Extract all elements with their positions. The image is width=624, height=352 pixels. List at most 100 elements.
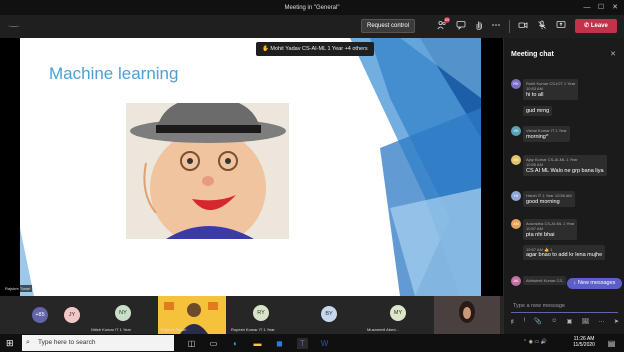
mic-off-icon[interactable] (536, 20, 548, 32)
raise-hand-icon[interactable] (473, 20, 485, 32)
format-icon[interactable]: Ꞙ (511, 318, 514, 326)
chat-icon[interactable] (455, 20, 467, 32)
maximize-button[interactable]: ☐ (594, 0, 608, 15)
presentation-slide: Machine learning (20, 38, 481, 296)
camera-off-icon[interactable] (517, 20, 529, 32)
message-text: pta nhi bhai (526, 232, 555, 238)
meeting-toolbar: ·—· Request control 85 ✆ Leave (0, 15, 624, 38)
message-bubble-extra: gud mrng (523, 106, 553, 116)
file-explorer-icon[interactable]: ▭ (208, 338, 219, 349)
minimize-button[interactable]: — (580, 0, 594, 15)
self-video-feed (434, 296, 500, 334)
participant-overflow-tile[interactable]: +85 (26, 296, 56, 334)
windows-taskbar: ⊞ ⌕ Type here to search ◫ ▭ ◐ ▬ ◼ T W ⌃ … (0, 334, 624, 352)
store-icon[interactable]: ◼ (274, 338, 285, 349)
taskbar-clock[interactable]: 11:26 AM 11/5/2020 (567, 336, 601, 348)
participant-name: Rupesh Kumar IT 1 Year (231, 327, 275, 332)
avatar: AK (511, 276, 521, 286)
leave-button[interactable]: ✆ Leave (575, 19, 617, 33)
avatar: JY (64, 307, 80, 323)
avatar: AN (511, 219, 521, 229)
participant-tile[interactable]: BY (296, 296, 364, 334)
timestamp: 10:53 AM (526, 86, 543, 91)
sender: Vishal Kumar IT 1 Year (526, 128, 567, 133)
message-bubble: Abhishek Kumar CS- (523, 276, 567, 285)
message-bubble: Harsh IT 1 Year 10:56 AM good morning (523, 191, 575, 207)
new-messages-button[interactable]: ↓ New messages (567, 278, 622, 289)
new-messages-label: New messages (577, 280, 616, 286)
timestamp: 10:55 AM (526, 162, 543, 167)
message-bubble: Ajay Kumar CS-AI-ML 1 Year 10:55 AM CS AI… (523, 155, 607, 176)
more-icon[interactable]: … (599, 318, 605, 326)
meeting-chat-panel: Meeting chat ✕ RK Rohit Kumar CS-IOT 1 Y… (503, 38, 624, 334)
window-controls: — ☐ ✕ (580, 0, 622, 15)
compose-toolbar: Ꞙ ! 📎 ☺ ▣ 🖼 … ➤ (511, 318, 619, 326)
compose-input[interactable]: Type a new message (511, 300, 618, 313)
attach-icon[interactable]: 📎 (534, 318, 541, 326)
sender: Abhishek Kumar CS- (526, 278, 564, 283)
gif-icon[interactable]: ▣ (567, 318, 573, 326)
teams-icon[interactable]: T (297, 338, 308, 349)
participant-name: Nitish Kumar IT 1 Year (91, 327, 131, 332)
search-placeholder: Type here to search (38, 339, 96, 346)
close-window-button[interactable]: ✕ (608, 0, 622, 15)
participant-name: Muzammil Abed... (367, 327, 399, 332)
cartoon-portrait-image (126, 103, 289, 239)
participant-tile[interactable]: RY Rupesh Kumar IT 1 Year (228, 296, 296, 334)
presenter-name-label: Rajshre Tiwari (3, 285, 33, 292)
edge-icon[interactable]: ◐ (230, 338, 241, 349)
avatar: HI (511, 191, 521, 201)
leave-label: Leave (590, 23, 608, 29)
drag-handle[interactable]: ·—· (8, 23, 20, 30)
more-actions-icon[interactable] (490, 20, 502, 32)
emoji-icon[interactable]: ☺ (551, 318, 557, 326)
message-bubble: Anuradha CS-AI-ML 1 Year 10:57 AM pta nhi… (523, 219, 578, 240)
message-bubble: Vishal Kumar IT 1 Year morning^ (523, 126, 570, 142)
message-text: agar bnao to add kr lena mujhe (526, 252, 603, 258)
important-icon[interactable]: ! (523, 318, 525, 326)
participant-video-tile[interactable]: Rajshre Tiwari (158, 296, 226, 334)
taskbar-search-input[interactable]: ⌕ Type here to search (22, 335, 174, 351)
participant-strip: +85 JY NY Nitish Kumar IT 1 Year Rajshre… (0, 296, 503, 334)
timestamp: 10:57 AM (526, 226, 543, 231)
participant-name: Rajshre Tiwari (161, 327, 187, 332)
notifications-icon[interactable]: ▤ (606, 338, 617, 349)
avatar: +85 (32, 307, 48, 323)
avatar: AK (511, 155, 521, 165)
chat-title: Meeting chat (511, 51, 554, 58)
avatar: VK (511, 126, 521, 136)
participant-tile[interactable]: MY Muzammil Abed... (364, 296, 432, 334)
participant-tile[interactable]: NY Nitish Kumar IT 1 Year (88, 296, 158, 334)
message-bubble: Rohit Kumar CS-IOT 1 Year 10:53 AM hi to … (523, 79, 579, 100)
close-icon[interactable]: ✕ (610, 50, 616, 58)
avatar: RK (511, 79, 521, 89)
self-video-tile[interactable] (434, 296, 500, 334)
system-tray-icons[interactable]: ⌃ ◉ ▭ 🔊 (523, 339, 547, 345)
clock-date: 11/5/2020 (573, 342, 595, 348)
avatar: BY (321, 306, 337, 322)
windows-start-icon[interactable]: ⊞ (6, 338, 14, 349)
participant-tile[interactable]: JY (57, 296, 87, 334)
share-screen-icon[interactable] (555, 20, 567, 32)
presenter-tooltip: ✋ Mohit Yadav CS-AI-ML 1 Year +4 others (256, 42, 374, 56)
message-text: hi to all (526, 92, 544, 98)
avatar: RY (253, 305, 269, 321)
folder-icon[interactable]: ▬ (252, 338, 263, 349)
timestamp: 10:56 AM (554, 193, 572, 198)
word-icon[interactable]: W (319, 338, 330, 349)
participants-count-badge: 85 (444, 17, 450, 23)
task-view-icon[interactable]: ◫ (186, 338, 197, 349)
send-icon[interactable]: ➤ (614, 318, 619, 326)
sticker-icon[interactable]: 🖼 (582, 318, 590, 326)
sender: Harsh IT 1 Year (526, 193, 554, 198)
slide-title: Machine learning (49, 64, 179, 83)
message-text: good morning (526, 199, 560, 205)
toolbar-divider (509, 20, 510, 33)
title-bar: Meeting in "General" — ☐ ✕ (0, 0, 624, 15)
request-control-button[interactable]: Request control (361, 19, 415, 33)
app-window: Meeting in "General" — ☐ ✕ ·—· Request c… (0, 0, 624, 352)
message-bubble-extra: 10:57 AM 👍 1 agar bnao to add kr lena mu… (523, 245, 606, 260)
message-text: morning^ (526, 134, 549, 140)
message-text: CS AI ML Walo ne grp bana liya (526, 168, 604, 174)
window-title: Meeting in "General" (284, 4, 340, 11)
